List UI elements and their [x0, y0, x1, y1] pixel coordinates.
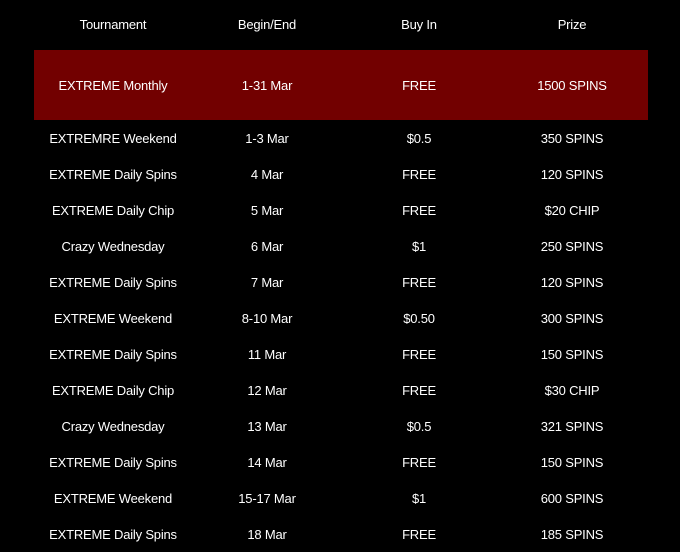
cell-dates: 18 Mar — [247, 526, 287, 542]
cell-buy-in: FREE — [402, 166, 436, 182]
header-prize: Prize — [557, 16, 587, 32]
table-row: EXTREME Daily Spins 14 Mar FREE 150 SPIN… — [34, 444, 648, 480]
table-row: EXTREME Daily Spins 4 Mar FREE 120 SPINS — [34, 156, 648, 192]
cell-prize: 120 SPINS — [540, 274, 604, 290]
cell-buy-in: $0.50 — [403, 310, 435, 326]
cell-tournament: EXTREME Daily Spins — [49, 166, 177, 182]
cell-tournament: Crazy Wednesday — [61, 418, 165, 434]
cell-prize: 150 SPINS — [540, 346, 604, 362]
cell-tournament: EXTREME Daily Spins — [49, 274, 177, 290]
table-row-highlighted: EXTREME Monthly 1-31 Mar FREE 1500 SPINS — [34, 50, 648, 120]
cell-prize: $30 CHIP — [544, 382, 600, 398]
table-row: EXTREME Weekend 8-10 Mar $0.50 300 SPINS — [34, 300, 648, 336]
cell-prize: 350 SPINS — [540, 130, 604, 146]
cell-tournament: EXTREME Daily Spins — [49, 454, 177, 470]
cell-dates: 5 Mar — [250, 202, 284, 218]
table-row: EXTREME Weekend 15-17 Mar $1 600 SPINS — [34, 480, 648, 516]
cell-tournament: EXTREME Daily Spins — [49, 526, 177, 542]
cell-prize: 150 SPINS — [540, 454, 604, 470]
cell-prize: 321 SPINS — [540, 418, 604, 434]
header-tournament: Tournament — [79, 16, 147, 32]
cell-dates: 6 Mar — [250, 238, 284, 254]
cell-prize: 300 SPINS — [540, 310, 604, 326]
table-row: EXTREME Daily Chip 5 Mar FREE $20 CHIP — [34, 192, 648, 228]
cell-buy-in: FREE — [402, 382, 436, 398]
cell-dates: 7 Mar — [250, 274, 284, 290]
cell-dates: 15-17 Mar — [238, 490, 296, 506]
cell-tournament: EXTREME Daily Chip — [51, 202, 175, 218]
cell-dates: 12 Mar — [247, 382, 287, 398]
cell-dates: 11 Mar — [247, 346, 287, 362]
cell-dates: 13 Mar — [247, 418, 287, 434]
cell-tournament: EXTREME Daily Chip — [51, 382, 175, 398]
cell-prize: 600 SPINS — [540, 490, 604, 506]
cell-prize: 185 SPINS — [540, 526, 604, 542]
table-row: EXTREMRE Weekend 1-3 Mar $0.5 350 SPINS — [34, 120, 648, 156]
table-row: Crazy Wednesday 13 Mar $0.5 321 SPINS — [34, 408, 648, 444]
cell-buy-in: $1 — [411, 490, 427, 506]
cell-tournament: EXTREMRE Weekend — [49, 130, 177, 146]
cell-prize: 120 SPINS — [540, 166, 604, 182]
header-buy-in: Buy In — [401, 16, 437, 32]
header-begin-end: Begin/End — [237, 16, 297, 32]
cell-buy-in: $0.5 — [406, 418, 432, 434]
table-row: EXTREME Daily Spins 7 Mar FREE 120 SPINS — [34, 264, 648, 300]
cell-dates: 14 Mar — [247, 454, 287, 470]
cell-tournament: EXTREME Weekend — [53, 310, 173, 326]
table-row: EXTREME Daily Chip 12 Mar FREE $30 CHIP — [34, 372, 648, 408]
cell-dates: 1-31 Mar — [241, 77, 293, 93]
cell-buy-in: FREE — [402, 454, 436, 470]
table-row: EXTREME Daily Spins 18 Mar FREE 185 SPIN… — [34, 516, 648, 552]
cell-tournament: Crazy Wednesday — [61, 238, 165, 254]
cell-prize: 1500 SPINS — [537, 77, 607, 93]
cell-dates: 1-3 Mar — [245, 130, 289, 146]
cell-buy-in: FREE — [402, 346, 436, 362]
table-header-row: Tournament Begin/End Buy In Prize — [34, 0, 648, 50]
cell-buy-in: FREE — [402, 274, 436, 290]
table-row: Crazy Wednesday 6 Mar $1 250 SPINS — [34, 228, 648, 264]
cell-buy-in: $1 — [411, 238, 427, 254]
cell-prize: 250 SPINS — [540, 238, 604, 254]
tournament-table: Tournament Begin/End Buy In Prize EXTREM… — [34, 0, 648, 552]
cell-buy-in: $0.5 — [406, 130, 432, 146]
table-row: EXTREME Daily Spins 11 Mar FREE 150 SPIN… — [34, 336, 648, 372]
cell-tournament: EXTREME Monthly — [58, 77, 168, 93]
cell-prize: $20 CHIP — [544, 202, 600, 218]
cell-tournament: EXTREME Daily Spins — [49, 346, 177, 362]
cell-dates: 8-10 Mar — [241, 310, 293, 326]
cell-dates: 4 Mar — [250, 166, 284, 182]
cell-tournament: EXTREME Weekend — [53, 490, 173, 506]
cell-buy-in: FREE — [402, 77, 436, 93]
cell-buy-in: FREE — [402, 526, 436, 542]
cell-buy-in: FREE — [402, 202, 436, 218]
